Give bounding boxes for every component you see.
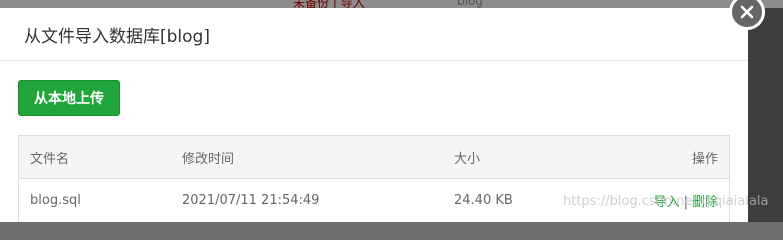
header-size: 大小: [454, 151, 481, 167]
upload-local-button[interactable]: 从本地上传: [18, 80, 120, 116]
dialog-title: 从文件导入数据库[blog]: [24, 26, 210, 47]
dialog-header: 从文件导入数据库[blog]: [0, 8, 748, 61]
close-icon: [740, 5, 754, 19]
cell-modified-time: 2021/07/11 21:54:49: [182, 193, 320, 208]
header-filename: 文件名: [30, 151, 70, 167]
cell-filename: blog.sql: [30, 193, 81, 208]
header-actions: 操作: [691, 151, 718, 167]
watermark: https://blog.csdn.net/qiqiaialala: [563, 194, 769, 209]
table-header-row: 文件名 修改时间 大小 操作: [19, 136, 729, 179]
header-modified-time: 修改时间: [182, 151, 235, 167]
import-dialog: 从文件导入数据库[blog] 从本地上传 文件名 修改时间 大小 操作 blog…: [0, 8, 748, 222]
